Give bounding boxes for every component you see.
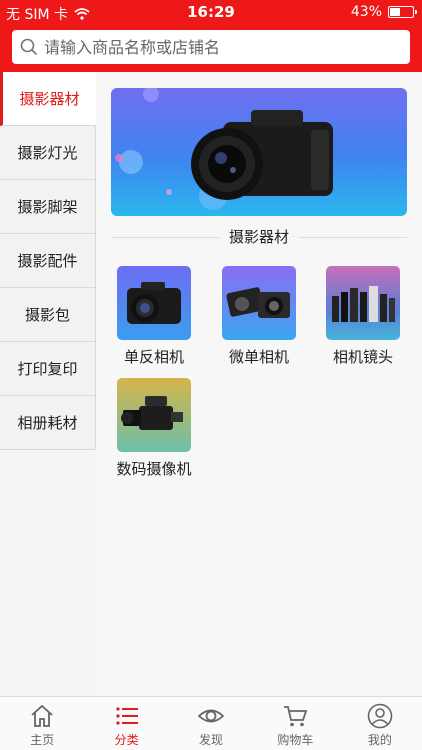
section-title: 摄影器材 — [218, 226, 300, 247]
sidebar-item-label: 摄影脚架 — [17, 198, 78, 216]
search-icon — [20, 38, 38, 56]
tab-label: 我的 — [367, 733, 392, 747]
cart-icon — [284, 706, 308, 727]
tab-home[interactable]: 主页 — [0, 697, 84, 750]
sidebar-item-print-copy[interactable]: 打印复印 — [0, 342, 96, 396]
category-label: 微单相机 — [228, 348, 289, 366]
sidebar-item-label: 相册耗材 — [17, 414, 78, 432]
search-header — [0, 24, 422, 72]
sidebar-item-label: 摄影器材 — [19, 90, 80, 108]
tab-label: 发现 — [199, 733, 224, 747]
sidebar-item-label: 摄影配件 — [17, 252, 78, 270]
camera-lens-icon — [326, 266, 400, 340]
category-label: 单反相机 — [123, 348, 184, 366]
tab-discover[interactable]: 发现 — [169, 697, 253, 750]
sidebar-item-label: 摄影包 — [24, 306, 70, 324]
sidebar-item-photo-lighting[interactable]: 摄影灯光 — [0, 126, 96, 180]
status-bar: 无 SIM 卡 16:29 43% — [0, 0, 422, 24]
category-content: 摄影器材 单反相机 微单相机 相机镜头 数码摄像机 — [96, 72, 422, 696]
search-input[interactable] — [44, 37, 384, 57]
status-right: 43% — [350, 4, 417, 20]
category-list-icon — [116, 707, 138, 725]
battery-level — [390, 8, 401, 16]
tab-label: 购物车 — [277, 733, 314, 747]
category-camcorders[interactable]: 数码摄像机 — [106, 378, 202, 479]
eye-icon — [198, 709, 225, 723]
sidebar-item-label: 摄影灯光 — [17, 144, 78, 162]
category-sidebar: 摄影器材 摄影灯光 摄影脚架 摄影配件 摄影包 打印复印 相册耗材 — [0, 72, 96, 450]
video-camera-icon — [117, 378, 191, 452]
tab-label: 主页 — [30, 733, 55, 747]
tab-profile[interactable]: 我的 — [338, 697, 422, 750]
sidebar-item-tripods[interactable]: 摄影脚架 — [0, 180, 96, 234]
user-icon — [367, 703, 393, 729]
tab-label: 分类 — [114, 733, 139, 747]
sidebar-item-albums[interactable]: 相册耗材 — [0, 396, 96, 450]
dslr-camera-icon — [117, 266, 191, 340]
battery-percent: 43% — [350, 4, 382, 20]
bottom-tab-bar: 主页 分类 发现 购物车 我的 — [0, 696, 422, 750]
search-box[interactable] — [12, 30, 410, 64]
category-mirrorless[interactable]: 微单相机 — [211, 266, 307, 367]
category-label: 数码摄像机 — [116, 460, 192, 478]
category-dslr[interactable]: 单反相机 — [106, 266, 202, 367]
sidebar-item-photo-equipment[interactable]: 摄影器材 — [0, 72, 96, 126]
tab-cart[interactable]: 购物车 — [253, 697, 337, 750]
battery-icon — [388, 6, 417, 18]
sidebar-item-camera-bags[interactable]: 摄影包 — [0, 288, 96, 342]
category-banner[interactable] — [111, 88, 407, 216]
banner-camera-image — [115, 88, 333, 210]
home-icon — [31, 704, 53, 727]
section-header: 摄影器材 — [111, 226, 407, 248]
tab-category[interactable]: 分类 — [84, 697, 168, 750]
sidebar-item-accessories[interactable]: 摄影配件 — [0, 234, 96, 288]
sidebar-item-label: 打印复印 — [17, 360, 78, 378]
category-lenses[interactable]: 相机镜头 — [315, 266, 411, 367]
category-label: 相机镜头 — [332, 348, 393, 366]
mirrorless-camera-icon — [222, 266, 296, 340]
